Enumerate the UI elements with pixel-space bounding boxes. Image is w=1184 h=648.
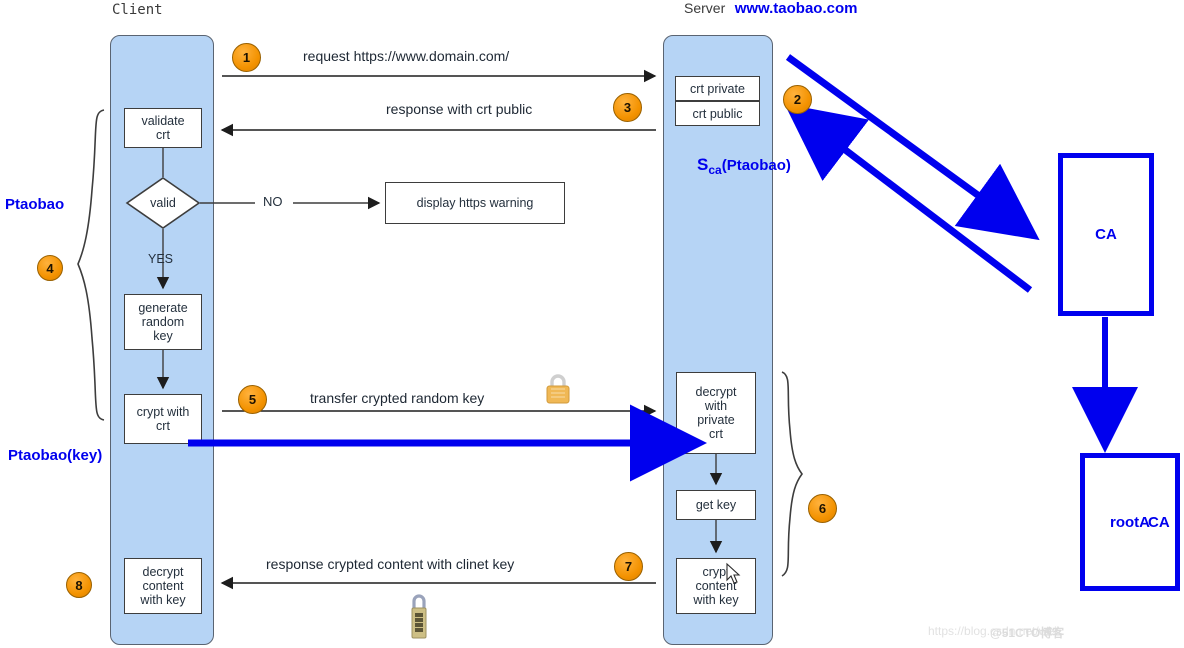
- root-ca-label-overlap: CA: [1148, 513, 1170, 531]
- mouse-cursor-icon: [726, 562, 741, 584]
- yes-branch-label: YES: [148, 252, 174, 266]
- diagram-canvas: Client Server www.taobao.com crt private…: [0, 0, 1184, 648]
- generate-random-key-box: generate random key: [124, 294, 202, 350]
- server-domain-label: www.taobao.com: [734, 0, 858, 17]
- root-ca-box: rootA CA: [1080, 453, 1180, 591]
- ca-box: CA: [1058, 153, 1154, 316]
- signature-s: S: [697, 155, 709, 174]
- step-badge-4: 4: [37, 255, 63, 281]
- server-signature-label: Sca(Ptaobao): [697, 155, 791, 177]
- crypt-with-crt-box: crypt with crt: [124, 394, 202, 444]
- brace-step6: [781, 371, 803, 577]
- message-step3-label: response with crt public: [386, 101, 533, 117]
- validate-crt-box: validate crt: [124, 108, 202, 148]
- step-badge-6: 6: [808, 494, 837, 523]
- step-badge-3: 3: [613, 93, 642, 122]
- no-branch-label: NO: [263, 194, 283, 209]
- padlock-icon: [546, 374, 570, 404]
- crt-public-box: crt public: [675, 101, 760, 126]
- get-key-box: get key: [676, 490, 756, 520]
- decrypt-content-with-key-box: decrypt content with key: [124, 558, 202, 614]
- step-badge-5: 5: [238, 385, 267, 414]
- server-column-header: Server www.taobao.com: [684, 0, 857, 18]
- server-label: Server: [684, 0, 726, 16]
- watermark-site: @51CTO博客: [990, 626, 1065, 640]
- step-badge-2: 2: [783, 85, 812, 114]
- step-badge-7: 7: [614, 552, 643, 581]
- annotation-ptaobao-key: Ptaobao(key): [8, 447, 103, 464]
- combination-padlock-icon: [411, 594, 427, 639]
- display-https-warning-box: display https warning: [385, 182, 565, 224]
- message-step7-label: response crypted content with clinet key: [266, 556, 515, 572]
- crypt-content-with-key-box: crypt content with key: [676, 558, 756, 614]
- server-lane: [663, 35, 773, 645]
- annotation-ptaobao: Ptaobao: [5, 196, 65, 213]
- signature-rest: (Ptaobao): [721, 157, 791, 174]
- message-step5-label: transfer crypted random key: [310, 390, 485, 406]
- step-badge-8: 8: [66, 572, 92, 598]
- decrypt-with-private-crt-box: decrypt with private crt: [676, 372, 756, 454]
- message-step1-label: request https://www.domain.com/: [303, 48, 510, 64]
- valid-decision-label: valid: [150, 196, 176, 210]
- arrow-server-to-ca: [785, 54, 1040, 241]
- crt-private-box: crt private: [675, 76, 760, 101]
- step-badge-1: 1: [232, 43, 261, 72]
- arrow-ca-to-server: [784, 103, 1033, 293]
- client-column-header: Client: [112, 2, 163, 18]
- watermark: https://blog.csdn.net/wei @51CTO博客: [928, 624, 1064, 640]
- root-ca-label-base: rootA: [1110, 513, 1150, 531]
- root-ca-label-stack: rootA CA: [1110, 513, 1170, 531]
- ca-box-label: CA: [1095, 226, 1117, 243]
- brace-step4: [77, 109, 105, 421]
- valid-decision-diamond: valid: [125, 177, 201, 229]
- signature-subscript: ca: [708, 163, 722, 178]
